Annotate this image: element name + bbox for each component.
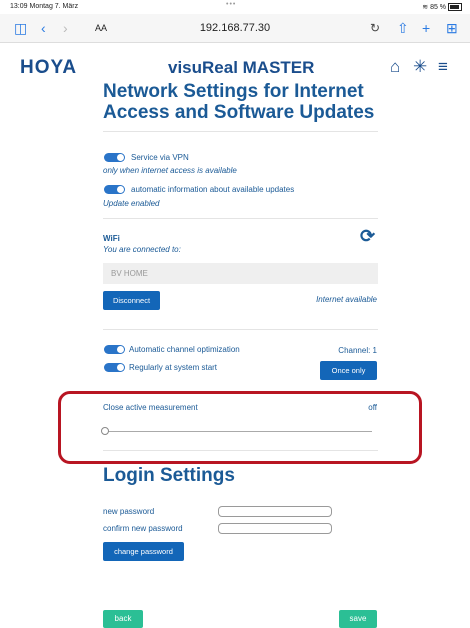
- language-flag-icon[interactable]: ✳: [413, 57, 427, 77]
- network-section-heading: Network Settings for Internet Access and…: [103, 81, 378, 123]
- status-bar: 13:09 Montag 7. März ••• ≋ 85 %: [0, 0, 470, 14]
- hoya-logo[interactable]: HOYA: [20, 57, 77, 79]
- share-icon[interactable]: ⇧: [397, 20, 409, 36]
- tabs-overview-icon[interactable]: ⊞: [446, 20, 458, 36]
- status-time-text: 13:09: [10, 3, 28, 10]
- address-field[interactable]: 192.168.77.30: [155, 22, 315, 34]
- new-password-label: new password: [103, 507, 155, 516]
- app-title: visuReal MASTER: [168, 58, 315, 77]
- internet-status: Internet available: [316, 295, 377, 304]
- system-start-toggle[interactable]: [104, 363, 125, 372]
- annotation-highlight: [58, 391, 422, 464]
- new-tab-icon[interactable]: +: [422, 20, 430, 36]
- vpn-toggle[interactable]: [104, 153, 125, 162]
- network-heading-line2: Access and Software Updates: [103, 102, 375, 123]
- wifi-icon: ≋: [422, 4, 429, 11]
- ssid-field: BV HOME: [103, 263, 378, 284]
- multitask-dots-icon[interactable]: •••: [226, 1, 236, 8]
- back-arrow-icon[interactable]: ‹: [41, 20, 46, 36]
- battery-indicator: ≋ 85 %: [422, 3, 462, 12]
- menu-icon[interactable]: ≡: [438, 57, 448, 77]
- divider: [103, 218, 378, 219]
- sidebar-icon[interactable]: ◫: [14, 20, 27, 36]
- updates-label: automatic information about available up…: [131, 185, 295, 194]
- save-button[interactable]: save: [339, 610, 377, 628]
- refresh-icon[interactable]: ⟳: [360, 226, 375, 247]
- status-time: 13:09 Montag 7. März: [10, 3, 78, 10]
- once-only-button[interactable]: Once only: [320, 361, 377, 380]
- confirm-password-field[interactable]: [218, 523, 332, 534]
- status-date-text: Montag 7. März: [29, 3, 79, 10]
- auto-channel-toggle[interactable]: [104, 345, 125, 354]
- auto-channel-label: Automatic channel optimization: [129, 345, 240, 354]
- updates-toggle[interactable]: [104, 185, 125, 194]
- divider: [103, 131, 378, 132]
- text-size-button[interactable]: AA: [95, 23, 107, 33]
- wifi-connected-text: You are connected to:: [103, 245, 181, 254]
- app-header: HOYA visuReal MASTER ⌂ ✳ ≡: [0, 55, 470, 83]
- vpn-note: only when internet access is available: [103, 166, 237, 175]
- vpn-label: Service via VPN: [131, 153, 189, 162]
- forward-arrow-icon[interactable]: ›: [63, 20, 68, 36]
- updates-status: Update enabled: [103, 199, 160, 208]
- network-heading-line1: Network Settings for Internet: [103, 81, 364, 102]
- login-heading: Login Settings: [103, 465, 235, 486]
- new-password-field[interactable]: [218, 506, 332, 517]
- battery-text: 85 %: [430, 4, 447, 11]
- wifi-title: WiFi: [103, 234, 120, 243]
- battery-icon: [448, 3, 462, 12]
- browser-toolbar: ◫ ‹ › AA 192.168.77.30 ↻ ⇧ + ⊞: [0, 14, 470, 43]
- confirm-password-label: confirm new password: [103, 524, 183, 533]
- home-icon[interactable]: ⌂: [390, 57, 400, 77]
- system-start-label: Regularly at system start: [129, 363, 218, 372]
- disconnect-button[interactable]: Disconnect: [103, 291, 160, 310]
- back-button[interactable]: back: [103, 610, 143, 628]
- divider: [103, 329, 378, 330]
- channel-text: Channel: 1: [338, 346, 377, 355]
- reload-icon[interactable]: ↻: [370, 20, 380, 36]
- change-password-button[interactable]: change password: [103, 542, 184, 561]
